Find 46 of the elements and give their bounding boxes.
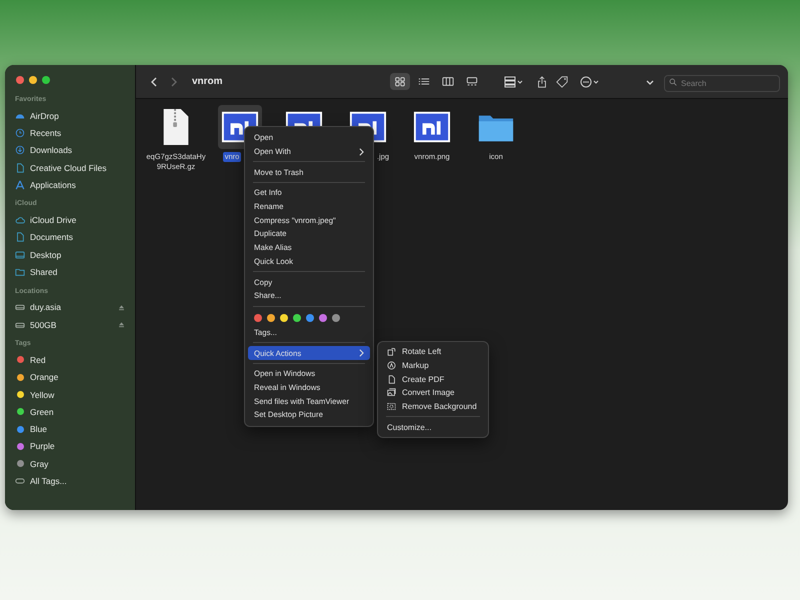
sidebar-label: Shared xyxy=(30,267,58,278)
menu-item[interactable]: Markup xyxy=(381,358,485,372)
sidebar-item[interactable]: Gray xyxy=(11,455,129,472)
sidebar-label: Gray xyxy=(30,458,50,469)
menu-item[interactable]: Create PDF xyxy=(381,372,485,386)
menu-item[interactable]: Remove Background xyxy=(381,400,485,414)
sidebar-item[interactable]: Blue xyxy=(11,420,129,438)
menu-item[interactable]: Customize... xyxy=(381,420,485,434)
sidebar-item[interactable]: iCloud Drive xyxy=(11,211,129,229)
sidebar-item[interactable]: Shared xyxy=(11,263,129,281)
sidebar-item[interactable]: Desktop xyxy=(11,246,129,264)
sidebar-item[interactable]: Recents xyxy=(11,124,129,142)
sidebar-item[interactable]: Yellow xyxy=(11,386,129,404)
sidebar-item[interactable]: Purple xyxy=(11,438,129,456)
sidebar-item[interactable]: Creative Cloud Files xyxy=(11,158,129,176)
sidebar-item[interactable]: Documents xyxy=(11,228,129,246)
search-field[interactable]: Search xyxy=(664,75,780,92)
menu-item[interactable]: Rotate Left xyxy=(381,345,485,359)
sidebar-label: 500GB xyxy=(30,320,58,330)
sidebar-item[interactable]: 500GB xyxy=(11,316,129,334)
sidebar-label: Recents xyxy=(30,128,62,138)
sidebar-label: duy.asia xyxy=(30,302,62,312)
sidebar-label: All Tags... xyxy=(30,476,68,486)
sidebar-label: Green xyxy=(30,406,55,417)
sidebar-item[interactable]: Orange xyxy=(11,368,129,386)
sidebar-label: Documents xyxy=(30,232,74,242)
sidebar-label: Red xyxy=(30,354,47,365)
sidebar-item[interactable]: Downloads xyxy=(11,142,129,159)
sidebar-label: Applications xyxy=(30,180,77,190)
sidebar-label: Desktop xyxy=(30,250,62,260)
sidebar-label: Orange xyxy=(30,372,60,382)
sidebar-label: Blue xyxy=(30,424,48,434)
sidebar-item[interactable]: All Tags... xyxy=(11,472,129,490)
sidebar-item[interactable]: AirDrop xyxy=(11,107,129,124)
sidebar-label: Purple xyxy=(30,441,56,452)
window-title: vnrom xyxy=(192,76,224,87)
sidebar-label: Yellow xyxy=(30,390,56,400)
sidebar-label: Creative Cloud Files xyxy=(30,162,108,173)
sidebar-item[interactable]: Red xyxy=(11,351,129,369)
menu-item[interactable]: Convert Image xyxy=(381,386,485,400)
sidebar-item[interactable]: duy.asia xyxy=(11,298,129,316)
sidebar-item[interactable]: Green xyxy=(11,403,129,420)
sidebar-item[interactable]: Applications xyxy=(11,176,129,194)
sidebar-label: iCloud Drive xyxy=(30,215,78,226)
sidebar-label: AirDrop xyxy=(30,110,60,121)
sidebar-label: Downloads xyxy=(30,145,74,156)
